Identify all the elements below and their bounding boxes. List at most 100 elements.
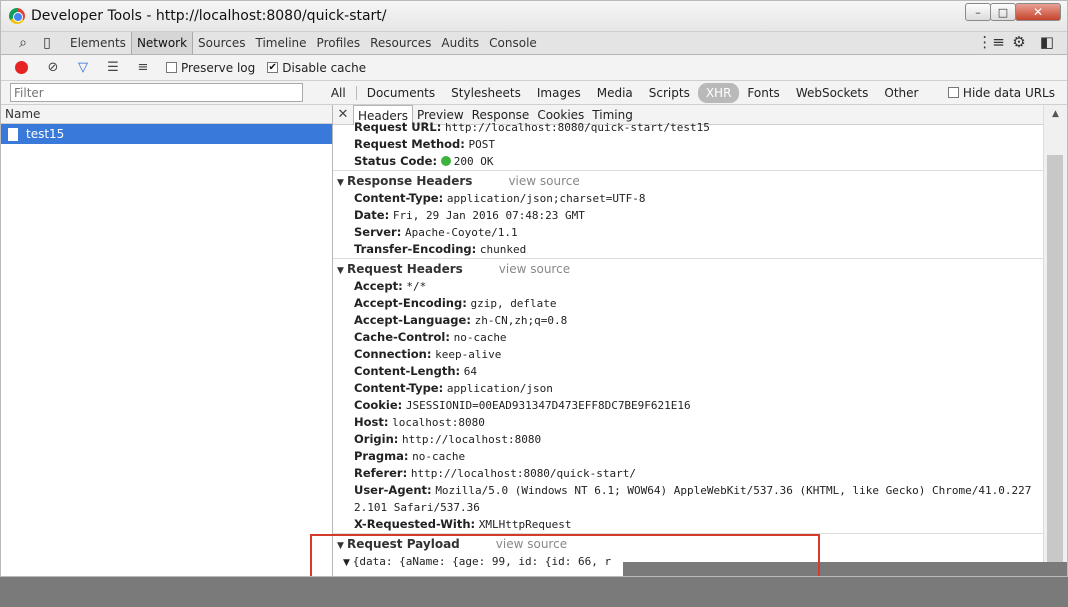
header-value: JSESSIONID=00EAD931347D473EFF8DC7BE9F621… <box>405 399 691 412</box>
header-value: 64 <box>463 365 478 378</box>
request-row[interactable]: test15 <box>1 124 332 144</box>
request-headers-section-header[interactable]: ▼ Request Headers view source <box>333 258 1043 278</box>
name-column-header[interactable]: Name <box>1 105 332 124</box>
tab-profiles[interactable]: Profiles <box>312 32 366 54</box>
header-value: chunked <box>479 243 527 256</box>
header-line: Date: Fri, 29 Jan 2016 07:48:23 GMT <box>333 207 1043 224</box>
panel-tabbar: ⌕ ▯ Elements Network Sources Timeline Profil… <box>1 31 1067 55</box>
close-button[interactable]: ✕ <box>1015 3 1061 21</box>
filter-type-fonts[interactable]: Fonts <box>739 83 787 103</box>
search-icon[interactable]: ⌕ <box>11 35 35 51</box>
disable-cache-checkbox[interactable]: ✔ <box>267 62 279 73</box>
clear-icon[interactable]: ⊘ <box>46 60 60 75</box>
header-line: Content-Type: application/json <box>333 380 1043 397</box>
filter-icon[interactable]: ▽ <box>76 60 90 75</box>
header-line: Status Code: 200 OK <box>333 153 1043 170</box>
filter-type-all[interactable]: All <box>323 83 354 103</box>
header-key: X-Requested-With: <box>354 517 476 531</box>
header-line: Host: localhost:8080 <box>333 414 1043 431</box>
filter-type-documents[interactable]: Documents <box>359 83 443 103</box>
minimize-button[interactable]: – <box>965 3 991 21</box>
title-bar: Developer Tools - http://localhost:8080/… <box>1 1 1067 31</box>
header-value: zh-CN,zh;q=0.8 <box>474 314 568 327</box>
header-key: Referer: <box>354 466 408 480</box>
expand-triangle-icon[interactable]: ▼ <box>343 558 353 568</box>
header-key: Accept: <box>354 279 403 293</box>
large-rows-icon[interactable]: ☰ <box>106 60 120 75</box>
header-line: Accept-Encoding: gzip, deflate <box>333 295 1043 312</box>
header-key: Host: <box>354 415 389 429</box>
header-value: 2.101 Safari/537.36 <box>354 501 480 514</box>
header-line: Request Method: POST <box>333 136 1043 153</box>
view-source-link[interactable]: view source <box>508 174 579 188</box>
request-name: test15 <box>26 127 65 141</box>
record-button[interactable] <box>15 61 28 74</box>
response-headers-section-header[interactable]: ▼ Response Headers view source <box>333 170 1043 190</box>
header-key: Content-Type: <box>354 191 444 205</box>
headers-content: Request URL: http://localhost:8080/quick… <box>333 119 1043 576</box>
overview-icon[interactable]: ≡ <box>136 60 150 75</box>
header-line: Server: Apache-Coyote/1.1 <box>333 224 1043 241</box>
details-scrollbar[interactable]: ▲ <box>1043 105 1067 576</box>
scrollbar-thumb[interactable] <box>1047 155 1063 576</box>
view-source-link[interactable]: view source <box>499 262 570 276</box>
request-payload-section-header[interactable]: ▼ Request Payload view source <box>333 533 1043 553</box>
tab-network[interactable]: Network <box>130 32 194 54</box>
header-line: Connection: keep-alive <box>333 346 1043 363</box>
scroll-up-icon[interactable]: ▲ <box>1052 109 1059 119</box>
gear-icon[interactable]: ⚙ <box>1005 33 1033 51</box>
header-line: Cookie: JSESSIONID=00EAD931347D473EFF8DC… <box>333 397 1043 414</box>
filter-type-stylesheets[interactable]: Stylesheets <box>443 83 529 103</box>
hide-data-urls-label: Hide data URLs <box>962 85 1055 100</box>
header-value: http://localhost:8080/quick-start/test15 <box>445 121 710 134</box>
header-key: Origin: <box>354 432 399 446</box>
console-drawer-icon[interactable]: ⋮≡ <box>977 33 1005 51</box>
filter-type-other[interactable]: Other <box>876 83 926 103</box>
expand-triangle-icon[interactable]: ▼ <box>337 261 347 281</box>
header-value: Apache-Coyote/1.1 <box>404 226 518 239</box>
payload-preview: {data: {aName: {age: 99, id: {id: 66, r <box>352 555 612 568</box>
header-key: Connection: <box>354 347 432 361</box>
header-key: Status Code: <box>354 154 438 168</box>
maximize-button[interactable]: □ <box>990 3 1016 21</box>
header-key: Cache-Control: <box>354 330 450 344</box>
header-line: Content-Type: application/json;charset=U… <box>333 190 1043 207</box>
preserve-log-label: Preserve log <box>181 60 256 75</box>
header-value: localhost:8080 <box>392 416 485 429</box>
header-line: Origin: http://localhost:8080 <box>333 431 1043 448</box>
tab-resources[interactable]: Resources <box>365 32 436 54</box>
chrome-logo-icon <box>9 8 25 24</box>
tab-sources[interactable]: Sources <box>193 32 250 54</box>
device-mode-icon[interactable]: ▯ <box>35 35 59 51</box>
tab-audits[interactable]: Audits <box>436 32 484 54</box>
status-ok-icon <box>440 156 451 166</box>
filter-type-websockets[interactable]: WebSockets <box>788 83 877 103</box>
header-key: Date: <box>354 208 390 222</box>
tab-timeline[interactable]: Timeline <box>251 32 312 54</box>
header-key: Transfer-Encoding: <box>354 242 477 256</box>
bottom-strip <box>0 577 1068 607</box>
dock-side-icon[interactable]: ◧ <box>1033 33 1061 51</box>
filter-type-media[interactable]: Media <box>589 83 641 103</box>
filter-type-images[interactable]: Images <box>529 83 589 103</box>
filter-row: AllDocumentsStylesheetsImagesMediaScript… <box>1 81 1067 105</box>
header-key: Accept-Language: <box>354 313 471 327</box>
tab-console[interactable]: Console <box>484 32 542 54</box>
header-key: Content-Type: <box>354 381 444 395</box>
header-key: Request Method: <box>354 137 465 151</box>
devtools-window: Developer Tools - http://localhost:8080/… <box>0 0 1068 577</box>
header-key: Request URL: <box>354 120 442 134</box>
header-key: User-Agent: <box>354 483 432 497</box>
header-key: Accept-Encoding: <box>354 296 467 310</box>
filter-input[interactable] <box>10 83 303 102</box>
header-line: Request URL: http://localhost:8080/quick… <box>333 119 1043 136</box>
filter-type-scripts[interactable]: Scripts <box>641 83 698 103</box>
header-value: keep-alive <box>435 348 502 361</box>
filter-type-xhr[interactable]: XHR <box>697 82 740 103</box>
view-source-link[interactable]: view source <box>496 537 567 551</box>
expand-triangle-icon[interactable]: ▼ <box>337 173 347 193</box>
preserve-log-checkbox[interactable] <box>166 62 177 73</box>
hide-data-urls-checkbox[interactable] <box>948 87 959 98</box>
tab-elements[interactable]: Elements <box>65 32 131 54</box>
document-icon <box>8 127 18 141</box>
